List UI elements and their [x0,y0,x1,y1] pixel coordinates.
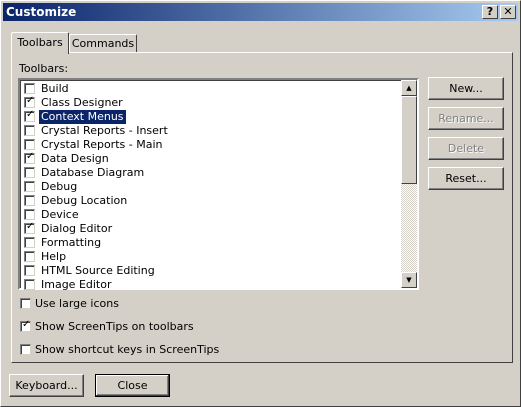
use-large-icons-checkbox[interactable] [20,298,31,309]
toolbar-item-label: Context Menus [38,109,127,125]
toolbar-item-label: Dialog Editor [41,222,113,235]
use-large-icons-label: Use large icons [35,297,119,310]
toolbar-item-label: Debug Location [41,194,128,207]
toolbar-item-label: Class Designer [41,96,123,109]
toolbar-checkbox[interactable]: ✓ [24,109,35,122]
scroll-down-button[interactable]: ▼ [401,272,417,288]
checkmark-icon: ✓ [26,95,35,106]
toolbars-listbox[interactable]: Build ✓ Class Designer ✓ Context Menus Crysta… [18,78,419,292]
toolbar-item-label: Database Diagram [41,166,145,179]
toolbar-list-item[interactable]: Image Editor [22,278,403,292]
toolbar-item-label: Debug [41,180,78,193]
checkmark-icon: ✓ [26,221,35,232]
list-scrollbar[interactable]: ▲ ▼ [401,80,417,288]
scroll-track[interactable] [401,184,417,272]
toolbar-list-item[interactable]: ✓ Context Menus [22,109,403,125]
toolbar-list-item[interactable]: ✓ Data Design [22,151,403,166]
checkmark-icon: ✓ [26,151,35,162]
toolbar-checkbox[interactable]: ✓ [24,95,35,108]
toolbar-item-label: Build [41,82,69,95]
toolbar-item-label: HTML Source Editing [41,264,155,277]
toolbar-list-item[interactable]: Debug [22,180,403,194]
checkmark-icon: ✓ [22,319,31,330]
toolbar-item-label: Crystal Reports - Insert [41,124,168,137]
toolbar-checkbox[interactable] [24,251,35,262]
toolbar-list-item[interactable]: Formatting [22,236,403,250]
scroll-thumb[interactable] [401,96,417,184]
toolbar-list-item[interactable]: Crystal Reports - Insert [22,124,403,138]
close-window-button[interactable]: ✕ [500,5,516,19]
toolbar-list-item[interactable]: Database Diagram [22,166,403,180]
toolbar-list-item[interactable]: ✓ Class Designer [22,95,403,110]
window-title: Customize [6,5,77,19]
toolbar-checkbox[interactable] [24,279,35,290]
toolbar-item-label: Crystal Reports - Main [41,138,163,151]
toolbar-checkbox[interactable] [24,83,35,94]
toolbar-checkbox[interactable] [24,167,35,178]
show-screentips-checkbox[interactable]: ✓ [20,319,31,332]
toolbar-list-item[interactable]: Help [22,250,403,264]
toolbar-checkbox[interactable] [24,139,35,150]
toolbar-checkbox[interactable] [24,195,35,206]
toolbar-list-item[interactable]: Crystal Reports - Main [22,138,403,152]
show-shortcut-keys-label: Show shortcut keys in ScreenTips [35,343,220,356]
toolbar-checkbox[interactable] [24,125,35,136]
toolbar-list-item[interactable]: Device [22,208,403,222]
tab-commands-label: Commands [71,37,135,50]
delete-button[interactable]: Delete [428,137,504,160]
new-button[interactable]: New... [428,77,504,100]
toolbar-checkbox[interactable] [24,181,35,192]
toolbar-item-label: Data Design [41,152,109,165]
checkmark-icon: ✓ [26,109,35,120]
tab-commands[interactable]: Commands [69,34,137,52]
toolbar-checkbox[interactable] [24,237,35,248]
title-bar[interactable]: Customize ? ✕ [3,3,518,21]
toolbar-item-label: Device [41,208,79,221]
toolbar-item-label: Image Editor [41,278,112,291]
toolbar-item-label: Formatting [41,236,102,249]
rename-button[interactable]: Rename... [428,107,504,130]
toolbar-checkbox[interactable] [24,209,35,220]
toolbar-checkbox[interactable]: ✓ [24,151,35,164]
toolbar-list-item[interactable]: Debug Location [22,194,403,208]
toolbar-checkbox[interactable] [24,265,35,276]
tab-toolbars[interactable]: Toolbars [11,32,69,54]
show-shortcut-keys-checkbox[interactable] [20,344,31,355]
close-button[interactable]: Close [95,374,170,397]
reset-button[interactable]: Reset... [428,167,504,190]
customize-dialog: Customize ? ✕ Toolbars Commands Toolbars… [0,0,521,407]
toolbar-list-item[interactable]: ✓ Dialog Editor [22,221,403,236]
toolbar-item-label: Help [41,250,67,263]
scroll-up-button[interactable]: ▲ [401,80,417,96]
keyboard-button[interactable]: Keyboard... [9,374,84,397]
show-screentips-label: Show ScreenTips on toolbars [35,320,194,333]
toolbar-list-item[interactable]: Build [22,82,403,96]
help-button[interactable]: ? [482,5,498,19]
toolbars-list-items: Build ✓ Class Designer ✓ Context Menus Crysta… [22,82,403,292]
toolbar-checkbox[interactable]: ✓ [24,221,35,234]
toolbar-list-item[interactable]: HTML Source Editing [22,264,403,278]
toolbars-list-label: Toolbars: [19,62,69,75]
tab-toolbars-label: Toolbars [17,36,63,49]
